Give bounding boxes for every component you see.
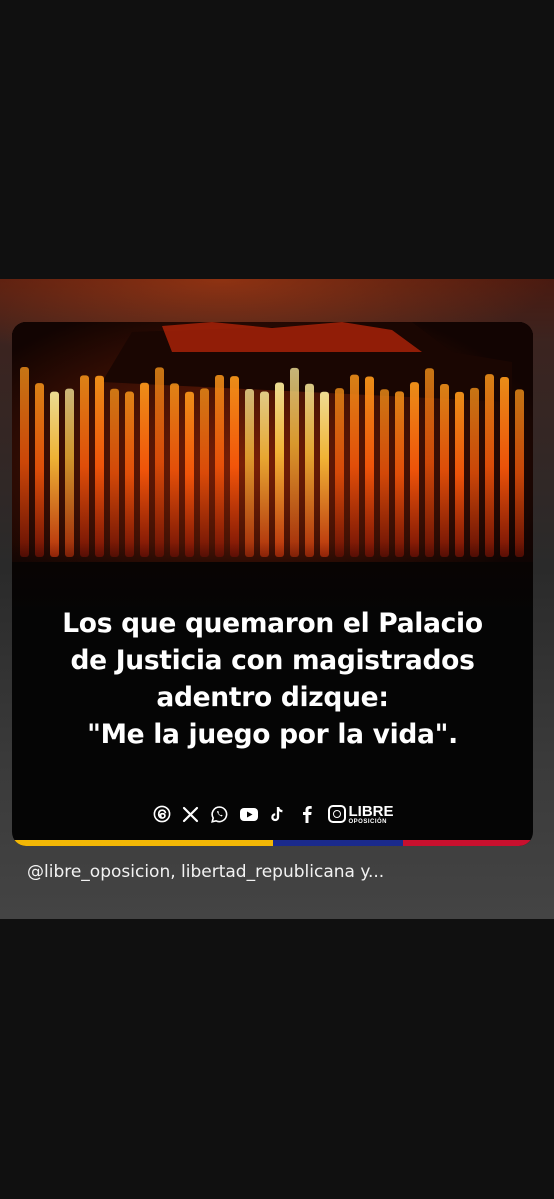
brand-name: LIBRE: [348, 802, 394, 820]
social-icons-row: LIBRE OPOSICIÓN: [12, 800, 533, 828]
headline-line: Los que quemaron el Palacio: [62, 608, 483, 639]
post-headline: Los que quemaron el Palacio de Justicia …: [22, 605, 523, 753]
flag-stripe-blue: [272, 840, 403, 846]
burning-building-photo: [12, 322, 533, 612]
headline-line: adentro dizque:: [156, 682, 389, 713]
post-image[interactable]: Los que quemaron el Palacio de Justicia …: [12, 322, 533, 846]
flag-stripe-red: [402, 840, 533, 846]
flag-stripe-yellow: [12, 840, 273, 846]
post-caption[interactable]: @libre_oposicion, libertad_republicana y…: [27, 862, 527, 882]
whatsapp-icon: [210, 804, 230, 824]
brand-logo: LIBRE OPOSICIÓN: [327, 802, 394, 825]
colombia-flag-strip: [12, 840, 533, 846]
headline-line: de Justicia con magistrados: [70, 645, 475, 676]
tiktok-icon: [268, 804, 288, 824]
headline-line: "Me la juego por la vida".: [87, 719, 458, 750]
youtube-icon: [239, 804, 259, 824]
instagram-icon: [327, 805, 346, 823]
x-icon: [181, 804, 201, 824]
brand-subtitle: OPOSICIÓN: [348, 818, 388, 825]
threads-icon: [152, 804, 172, 824]
facebook-icon: [297, 804, 317, 824]
